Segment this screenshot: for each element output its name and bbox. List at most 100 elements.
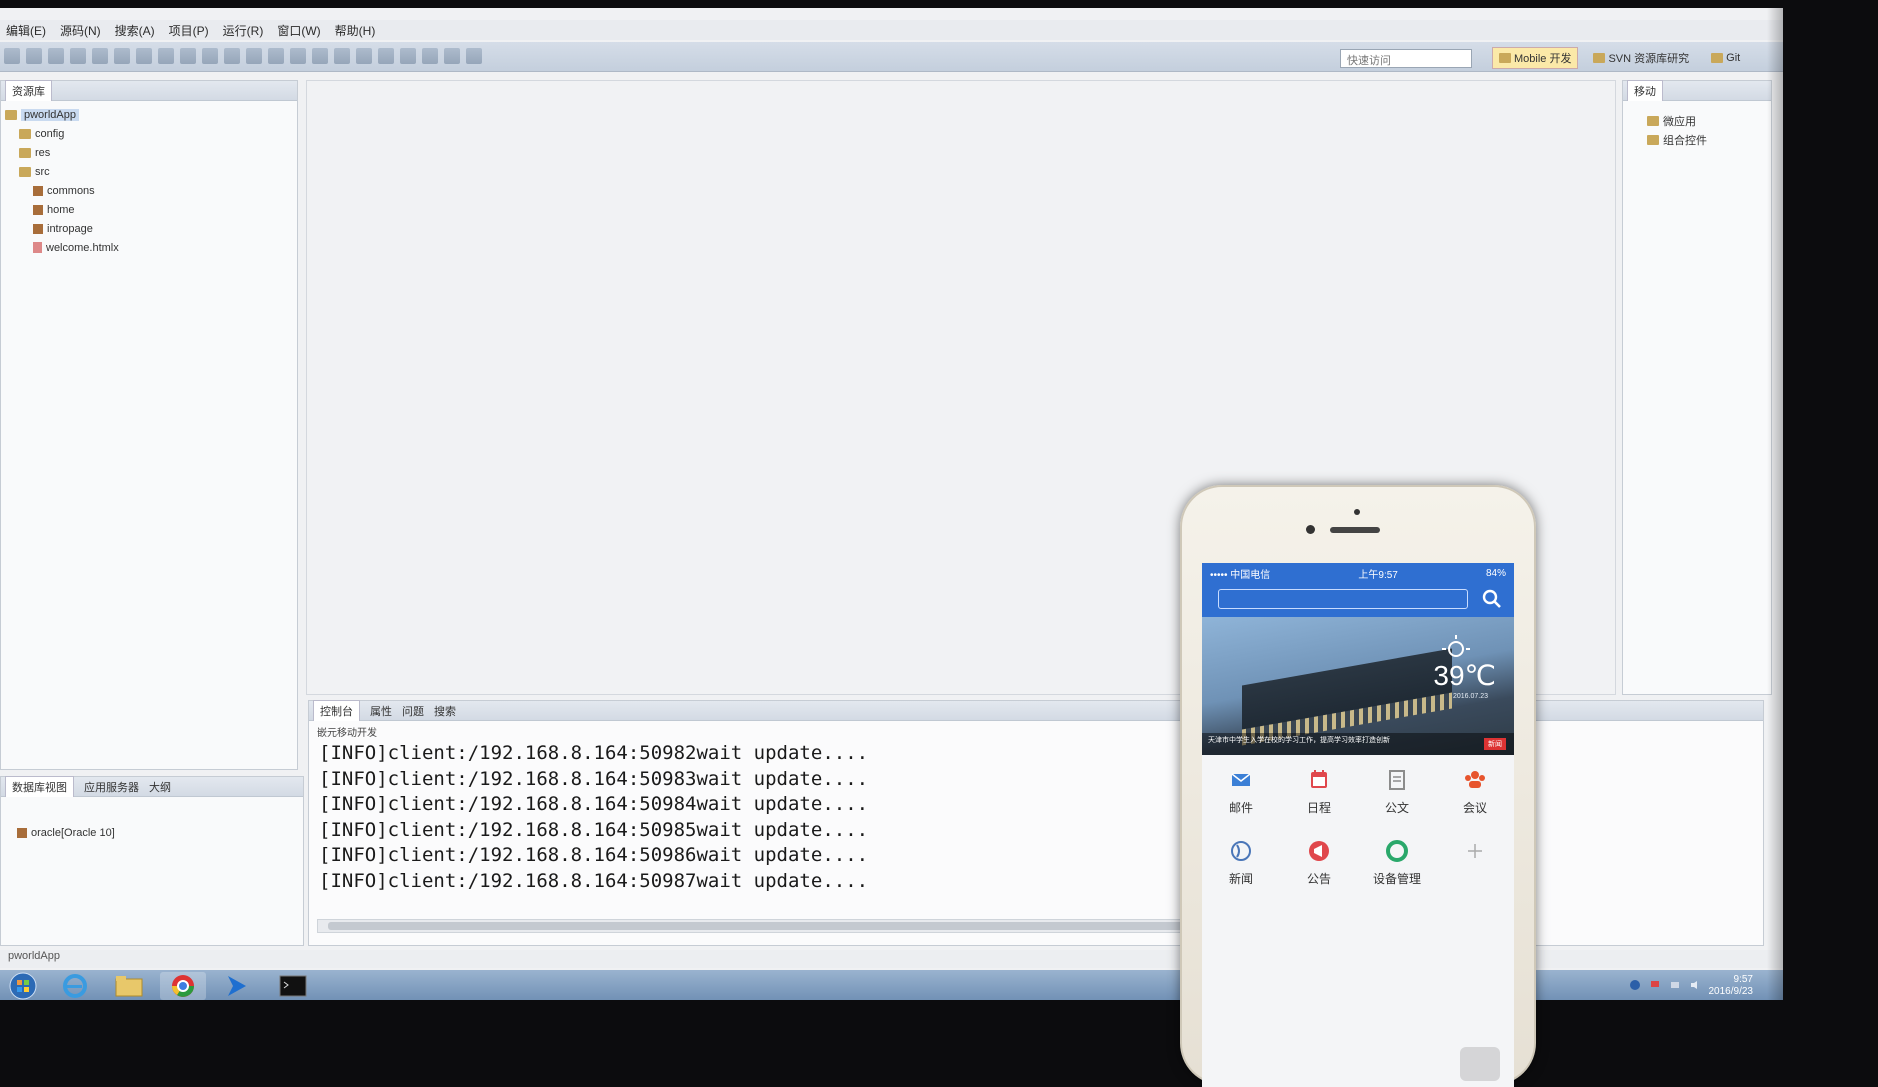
console-line: [INFO]client:/192.168.8.164:50984wait up… <box>319 793 869 815</box>
tree-item[interactable]: res <box>5 143 293 162</box>
mobile-panel-tree: 微应用组合控件 <box>1623 101 1771 153</box>
toolbar-button-icon[interactable] <box>246 48 262 64</box>
start-button[interactable] <box>0 972 46 1000</box>
perspective-button[interactable]: Git <box>1704 49 1747 67</box>
taskbar-chrome[interactable] <box>160 972 206 1000</box>
console-line: [INFO]client:/192.168.8.164:50987wait up… <box>319 869 869 892</box>
folder-icon <box>115 976 143 997</box>
app-tile[interactable]: 新闻 <box>1202 838 1280 887</box>
toolbar-button-icon[interactable] <box>70 48 86 64</box>
tree-item[interactable]: commons <box>5 181 293 200</box>
toolbar-button-icon[interactable] <box>312 48 328 64</box>
toolbar-button-icon[interactable] <box>466 48 482 64</box>
app-tile[interactable]: 公告 <box>1280 838 1358 887</box>
app-tile[interactable]: 日程 <box>1280 767 1358 816</box>
console-tab[interactable]: 问题 <box>402 703 424 719</box>
toolbar-button-icon[interactable] <box>378 48 394 64</box>
toolbar-button-icon[interactable] <box>268 48 284 64</box>
tab-mobile[interactable]: 移动 <box>1627 80 1663 101</box>
network-icon[interactable] <box>1669 979 1681 994</box>
console-tab[interactable]: 属性 <box>370 703 392 719</box>
menu-item[interactable]: 编辑(E) <box>6 22 46 39</box>
app-tile[interactable] <box>1436 838 1514 887</box>
toolbar-button-icon[interactable] <box>136 48 152 64</box>
toolbar-button-icon[interactable] <box>290 48 306 64</box>
weather-date: 2016.07.23 <box>1452 693 1488 700</box>
carrier-label: ••••• 中国电信 <box>1210 569 1271 581</box>
toolbar-button-icon[interactable] <box>92 48 108 64</box>
app-label: 公告 <box>1306 872 1331 886</box>
perspective-label: SVN 资源库研究 <box>1608 53 1690 65</box>
database-tree: oracle[Oracle 10] <box>1 797 303 846</box>
tree-item[interactable]: welcome.htmlx <box>5 238 293 257</box>
scrollbar-thumb[interactable] <box>328 922 1188 930</box>
taskbar-ie[interactable] <box>52 972 98 1000</box>
database-connection[interactable]: oracle[Oracle 10] <box>17 823 299 842</box>
toolbar-button-icon[interactable] <box>180 48 196 64</box>
tab-explorer[interactable]: 资源库 <box>5 80 52 101</box>
app-tile[interactable]: 邮件 <box>1202 767 1280 816</box>
perspective-switcher: Mobile 开发 SVN 资源库研究 Git <box>1492 47 1747 69</box>
globe-icon <box>1228 838 1254 864</box>
taskbar-clock[interactable]: 9:57 2016/9/23 <box>1709 974 1754 998</box>
quick-access-input[interactable]: 快速访问 <box>1340 49 1472 68</box>
app-tile[interactable]: 设备管理 <box>1358 838 1436 887</box>
toolbar-button-icon[interactable] <box>356 48 372 64</box>
tree-item[interactable]: pworldApp <box>5 105 293 124</box>
menu-item[interactable]: 项目(P) <box>169 22 209 39</box>
folder-icon <box>19 128 31 139</box>
taskbar-ide[interactable] <box>214 972 260 1000</box>
database-view-tab[interactable]: 数据库视图 <box>5 776 74 797</box>
banner-caption: 天津市中学生入学在校的学习工作，提高学习效率打造创新 <box>1202 733 1514 755</box>
phone-status-bar: ••••• 中国电信 上午9:57 84% <box>1202 563 1514 583</box>
perspective-button[interactable]: SVN 资源库研究 <box>1586 47 1696 69</box>
phone-search-input[interactable] <box>1218 589 1468 609</box>
mobile-panel: 移动 微应用组合控件 <box>1622 80 1772 695</box>
database-view-tab[interactable]: 大纲 <box>149 779 171 795</box>
megaphone-icon <box>1306 838 1332 864</box>
tree-item-label: config <box>35 127 65 140</box>
search-icon[interactable] <box>1480 587 1504 611</box>
flag-icon[interactable] <box>1649 979 1661 994</box>
toolbar-button-icon[interactable] <box>224 48 240 64</box>
tree-item[interactable]: config <box>5 124 293 143</box>
mobile-tree-item[interactable]: 组合控件 <box>1647 130 1767 149</box>
tree-item[interactable]: intropage <box>5 219 293 238</box>
console-line: [INFO]client:/192.168.8.164:50983wait up… <box>319 767 869 790</box>
console-tab[interactable]: 搜索 <box>434 703 456 719</box>
toolbar-button-icon[interactable] <box>158 48 174 64</box>
toolbar-button-icon[interactable] <box>4 48 20 64</box>
perspective-button[interactable]: Mobile 开发 <box>1492 47 1579 69</box>
menu-item[interactable]: 搜索(A) <box>115 22 155 39</box>
tree-item[interactable]: src <box>5 162 293 181</box>
menu-item[interactable]: 帮助(H) <box>335 22 376 39</box>
taskbar-cmd[interactable] <box>270 972 316 1000</box>
console-tab[interactable]: 控制台 <box>313 700 360 721</box>
toolbar-button-icon[interactable] <box>422 48 438 64</box>
toolbar-button-icon[interactable] <box>114 48 130 64</box>
app-tile[interactable]: 公文 <box>1358 767 1436 816</box>
database-view-tab[interactable]: 应用服务器 <box>84 779 139 795</box>
toolbar-button-icon[interactable] <box>26 48 42 64</box>
tree-item[interactable]: home <box>5 200 293 219</box>
news-banner[interactable]: 39℃ 2016.07.23 天津市中学生入学在校的学习工作，提高学习效率打造创… <box>1202 617 1514 755</box>
menu-item[interactable]: 运行(R) <box>223 22 264 39</box>
menu-item[interactable]: 源码(N) <box>60 22 101 39</box>
folder-icon <box>19 166 31 177</box>
toolbar-button-icon[interactable] <box>48 48 64 64</box>
menu-item[interactable]: 窗口(W) <box>277 22 320 39</box>
toolbar-button-icon[interactable] <box>334 48 350 64</box>
mobile-tree-item-label: 组合控件 <box>1663 134 1707 147</box>
taskbar-explorer[interactable] <box>106 972 152 1000</box>
document-icon <box>1384 767 1410 793</box>
project-icon <box>5 109 17 120</box>
mobile-tree-item[interactable]: 微应用 <box>1647 111 1767 130</box>
assistive-touch-button[interactable] <box>1460 1047 1500 1081</box>
app-tile[interactable]: 会议 <box>1436 767 1514 816</box>
toolbar-button-icon[interactable] <box>400 48 416 64</box>
perspective-icon <box>1711 53 1724 63</box>
help-icon[interactable] <box>1629 979 1641 994</box>
volume-icon[interactable] <box>1689 979 1701 994</box>
toolbar-button-icon[interactable] <box>444 48 460 64</box>
toolbar-button-icon[interactable] <box>202 48 218 64</box>
